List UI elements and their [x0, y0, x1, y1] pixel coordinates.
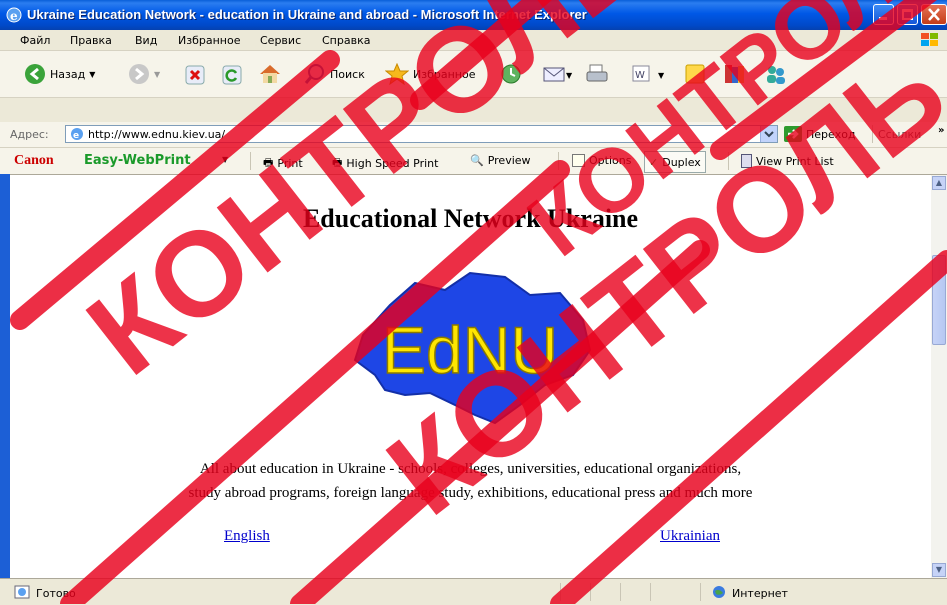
page-icon: e	[71, 128, 83, 141]
windows-logo-icon	[921, 33, 938, 46]
messenger-icon[interactable]	[684, 63, 706, 85]
maximize-button[interactable]	[897, 4, 918, 25]
vertical-scrollbar[interactable]: ▲ ▼	[931, 175, 947, 578]
chevron-down-icon	[764, 131, 774, 138]
go-arrow-icon	[784, 126, 802, 142]
address-dropdown-button[interactable]	[760, 126, 777, 142]
history-icon[interactable]	[500, 63, 522, 85]
description-line-2: study abroad programs, foreign language …	[188, 485, 753, 501]
print-icon[interactable]	[585, 63, 609, 85]
svg-text:▼: ▼	[658, 71, 665, 80]
standard-toolbar: Назад ▼ ▼ Поиск Избранное ▼ W ▼	[0, 51, 947, 98]
menu-file[interactable]: Файл	[20, 34, 50, 47]
svg-text:e: e	[73, 131, 79, 141]
logo-text: EdNU	[382, 313, 558, 387]
menu-edit[interactable]: Правка	[70, 34, 112, 47]
chevron-more-icon[interactable]: »	[938, 125, 944, 136]
ie-icon: e	[6, 7, 22, 23]
page-content: Educational Network Ukraine EdNU All abo…	[10, 175, 931, 578]
close-button[interactable]	[921, 4, 947, 25]
options-icon	[572, 154, 585, 167]
window-title: Ukraine Education Network - education in…	[27, 7, 587, 22]
stop-icon[interactable]	[185, 65, 205, 85]
favorites-button[interactable]: Избранное	[385, 63, 475, 85]
page-done-icon	[14, 585, 30, 599]
status-text: Готово	[36, 587, 76, 600]
links-label[interactable]: Ссылки	[878, 128, 921, 141]
duplex-label: Duplex	[662, 155, 701, 169]
favorites-label: Избранное	[413, 67, 476, 81]
print-label: Print	[277, 157, 303, 170]
preview-icon: 🔍	[470, 154, 484, 167]
canon-toolbar: Canon Easy-WebPrint ▼ 🖶 Print 🖶 High Speed…	[0, 148, 947, 175]
menu-favorites[interactable]: Избранное	[178, 34, 240, 47]
list-icon	[741, 154, 752, 168]
scroll-up-icon[interactable]: ▲	[932, 176, 946, 190]
star-icon	[385, 63, 409, 85]
search-label: Поиск	[330, 67, 365, 81]
page-heading: Educational Network Ukraine	[302, 204, 639, 233]
minimize-button[interactable]	[873, 4, 894, 25]
svg-text:e: e	[10, 9, 18, 23]
easywebprint-button[interactable]: Easy-WebPrint	[84, 153, 191, 168]
go-button[interactable]: Переход	[784, 126, 856, 142]
address-bar: Адрес: e http://www.ednu.kiev.ua/ Перехо…	[0, 122, 947, 148]
easywebprint-dropdown-icon[interactable]: ▼	[222, 155, 228, 164]
ednu-logo: EdNU	[353, 271, 592, 425]
options-button[interactable]: Options	[572, 154, 631, 167]
printer-icon: 🖶	[263, 156, 274, 169]
high-speed-print-label: High Speed Print	[346, 157, 439, 170]
description-line-1: All about education in Ukraine - schools…	[199, 461, 742, 477]
search-icon	[304, 64, 324, 84]
contacts-icon[interactable]	[764, 63, 788, 85]
print-button[interactable]: 🖶 Print	[263, 154, 303, 173]
page-description: All about education in Ukraine - schools…	[10, 457, 931, 505]
mail-icon[interactable]: ▼	[543, 63, 573, 85]
title-bar: e Ukraine Education Network - education …	[0, 0, 947, 30]
status-bar: Готово Интернет	[0, 578, 947, 605]
view-print-list-label: View Print List	[756, 154, 834, 168]
menu-bar: Файл Правка Вид Избранное Сервис Справка	[0, 30, 947, 51]
search-button[interactable]: Поиск	[304, 63, 365, 85]
options-label: Options	[589, 154, 632, 167]
duplex-check-icon: ✓	[649, 155, 659, 169]
close-icon	[928, 8, 940, 21]
research-icon[interactable]	[722, 63, 746, 85]
back-icon	[25, 64, 45, 84]
address-input[interactable]: e http://www.ednu.kiev.ua/	[65, 125, 778, 143]
duplex-button[interactable]: ✓ Duplex	[644, 151, 706, 173]
svg-text:W: W	[635, 70, 645, 81]
printer-fast-icon: 🖶	[332, 156, 343, 169]
menu-help[interactable]: Справка	[322, 34, 370, 47]
svg-text:▼: ▼	[566, 71, 573, 80]
scroll-thumb[interactable]	[932, 255, 946, 345]
back-button[interactable]: Назад ▼	[24, 63, 95, 85]
forward-icon	[129, 64, 149, 84]
view-print-list-button[interactable]: View Print List	[741, 154, 834, 168]
refresh-icon[interactable]	[222, 65, 242, 85]
address-url: http://www.ednu.kiev.ua/	[88, 128, 226, 141]
globe-icon	[713, 586, 725, 598]
high-speed-print-button[interactable]: 🖶 High Speed Print	[332, 154, 438, 173]
forward-button[interactable]: ▼	[128, 63, 160, 85]
word-icon[interactable]: W ▼	[632, 64, 666, 84]
go-label: Переход	[806, 127, 856, 141]
address-label: Адрес:	[10, 128, 49, 141]
preview-button[interactable]: 🔍 Preview	[470, 154, 531, 167]
scroll-down-icon[interactable]: ▼	[932, 563, 946, 577]
english-link[interactable]: English	[224, 528, 270, 545]
ukrainian-link[interactable]: Ukrainian	[660, 528, 720, 545]
canon-brand: Canon	[14, 153, 54, 168]
window-frame-left	[0, 174, 10, 578]
back-label: Назад	[50, 67, 86, 81]
zone-label: Интернет	[732, 587, 788, 600]
menu-view[interactable]: Вид	[135, 34, 157, 47]
menu-tools[interactable]: Сервис	[260, 34, 301, 47]
preview-label: Preview	[487, 154, 531, 167]
home-icon[interactable]	[258, 63, 282, 85]
